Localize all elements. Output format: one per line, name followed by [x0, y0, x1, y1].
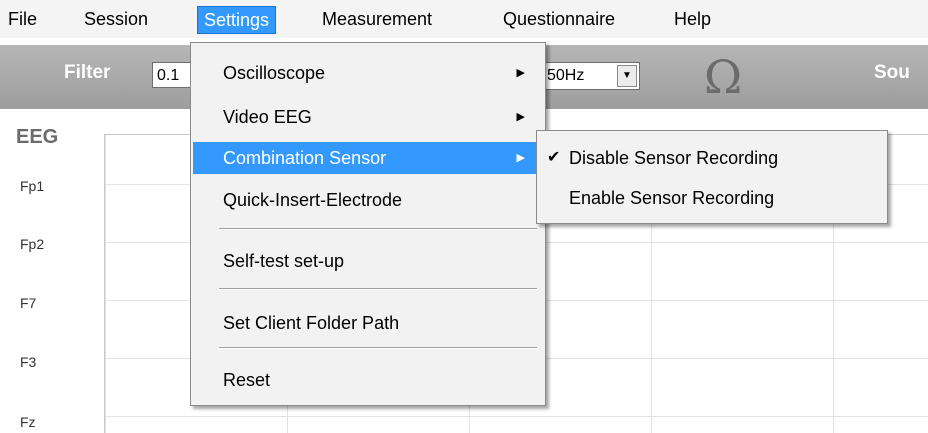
- menu-item-combination-sensor[interactable]: Combination Sensor ▶: [193, 142, 543, 174]
- channel-label-f3: F3: [20, 354, 37, 370]
- combination-sensor-submenu: ✔ Disable Sensor Recording Enable Sensor…: [536, 130, 888, 224]
- menu-item-label: Oscilloscope: [223, 63, 326, 83]
- submenu-item-label: Enable Sensor Recording: [569, 188, 775, 208]
- submenu-item-label: Disable Sensor Recording: [569, 148, 779, 168]
- sound-label: Sou: [874, 62, 910, 83]
- menu-item-label: Video EEG: [223, 107, 312, 127]
- menu-item-set-client-folder-path[interactable]: Set Client Folder Path: [193, 307, 543, 339]
- submenu-item-enable-sensor-recording[interactable]: Enable Sensor Recording: [539, 181, 885, 215]
- menu-item-label: Reset: [223, 370, 271, 390]
- menu-item-label: Combination Sensor: [223, 148, 387, 168]
- menu-separator: [219, 228, 537, 230]
- menu-item-quick-insert-electrode[interactable]: Quick-Insert-Electrode: [193, 184, 543, 216]
- menu-settings[interactable]: Settings: [197, 6, 277, 34]
- menu-questionnaire[interactable]: Questionnaire: [497, 6, 621, 32]
- submenu-item-disable-sensor-recording[interactable]: ✔ Disable Sensor Recording: [539, 141, 885, 175]
- menu-bar: File Session Settings Measurement Questi…: [0, 0, 928, 38]
- menu-separator: [219, 288, 537, 290]
- menu-item-oscilloscope[interactable]: Oscilloscope ▶: [193, 57, 543, 89]
- menu-help[interactable]: Help: [668, 6, 717, 32]
- impedance-icon[interactable]: Ω: [704, 51, 742, 103]
- menu-measurement[interactable]: Measurement: [316, 6, 438, 32]
- menu-item-video-eeg[interactable]: Video EEG ▶: [193, 101, 543, 133]
- menu-separator: [219, 347, 537, 349]
- menu-session[interactable]: Session: [78, 6, 154, 32]
- menu-item-label: Self-test set-up: [223, 251, 345, 271]
- menu-item-label: Quick-Insert-Electrode: [223, 190, 403, 210]
- dropdown-arrow-icon[interactable]: ▼: [617, 65, 637, 87]
- submenu-arrow-icon: ▶: [516, 152, 525, 164]
- filter-label: Filter: [64, 62, 111, 83]
- channel-label-fp2: Fp2: [20, 236, 45, 252]
- channel-label-fz: Fz: [20, 414, 36, 430]
- checkmark-icon: ✔: [547, 149, 561, 166]
- submenu-arrow-icon: ▶: [516, 111, 525, 123]
- channel-label-f7: F7: [20, 295, 37, 311]
- notch-filter-value: 50Hz: [547, 67, 585, 84]
- submenu-arrow-icon: ▶: [516, 67, 525, 79]
- menu-item-reset[interactable]: Reset: [193, 364, 543, 396]
- notch-filter-select[interactable]: 50Hz ▼: [530, 62, 640, 90]
- menu-item-self-test-setup[interactable]: Self-test set-up: [193, 245, 543, 277]
- settings-menu: Oscilloscope ▶ Video EEG ▶ Combination S…: [190, 42, 546, 406]
- menu-file[interactable]: File: [2, 6, 43, 32]
- menu-item-label: Set Client Folder Path: [223, 313, 400, 333]
- channel-label-fp1: Fp1: [20, 178, 45, 194]
- eeg-title: EEG: [16, 126, 59, 148]
